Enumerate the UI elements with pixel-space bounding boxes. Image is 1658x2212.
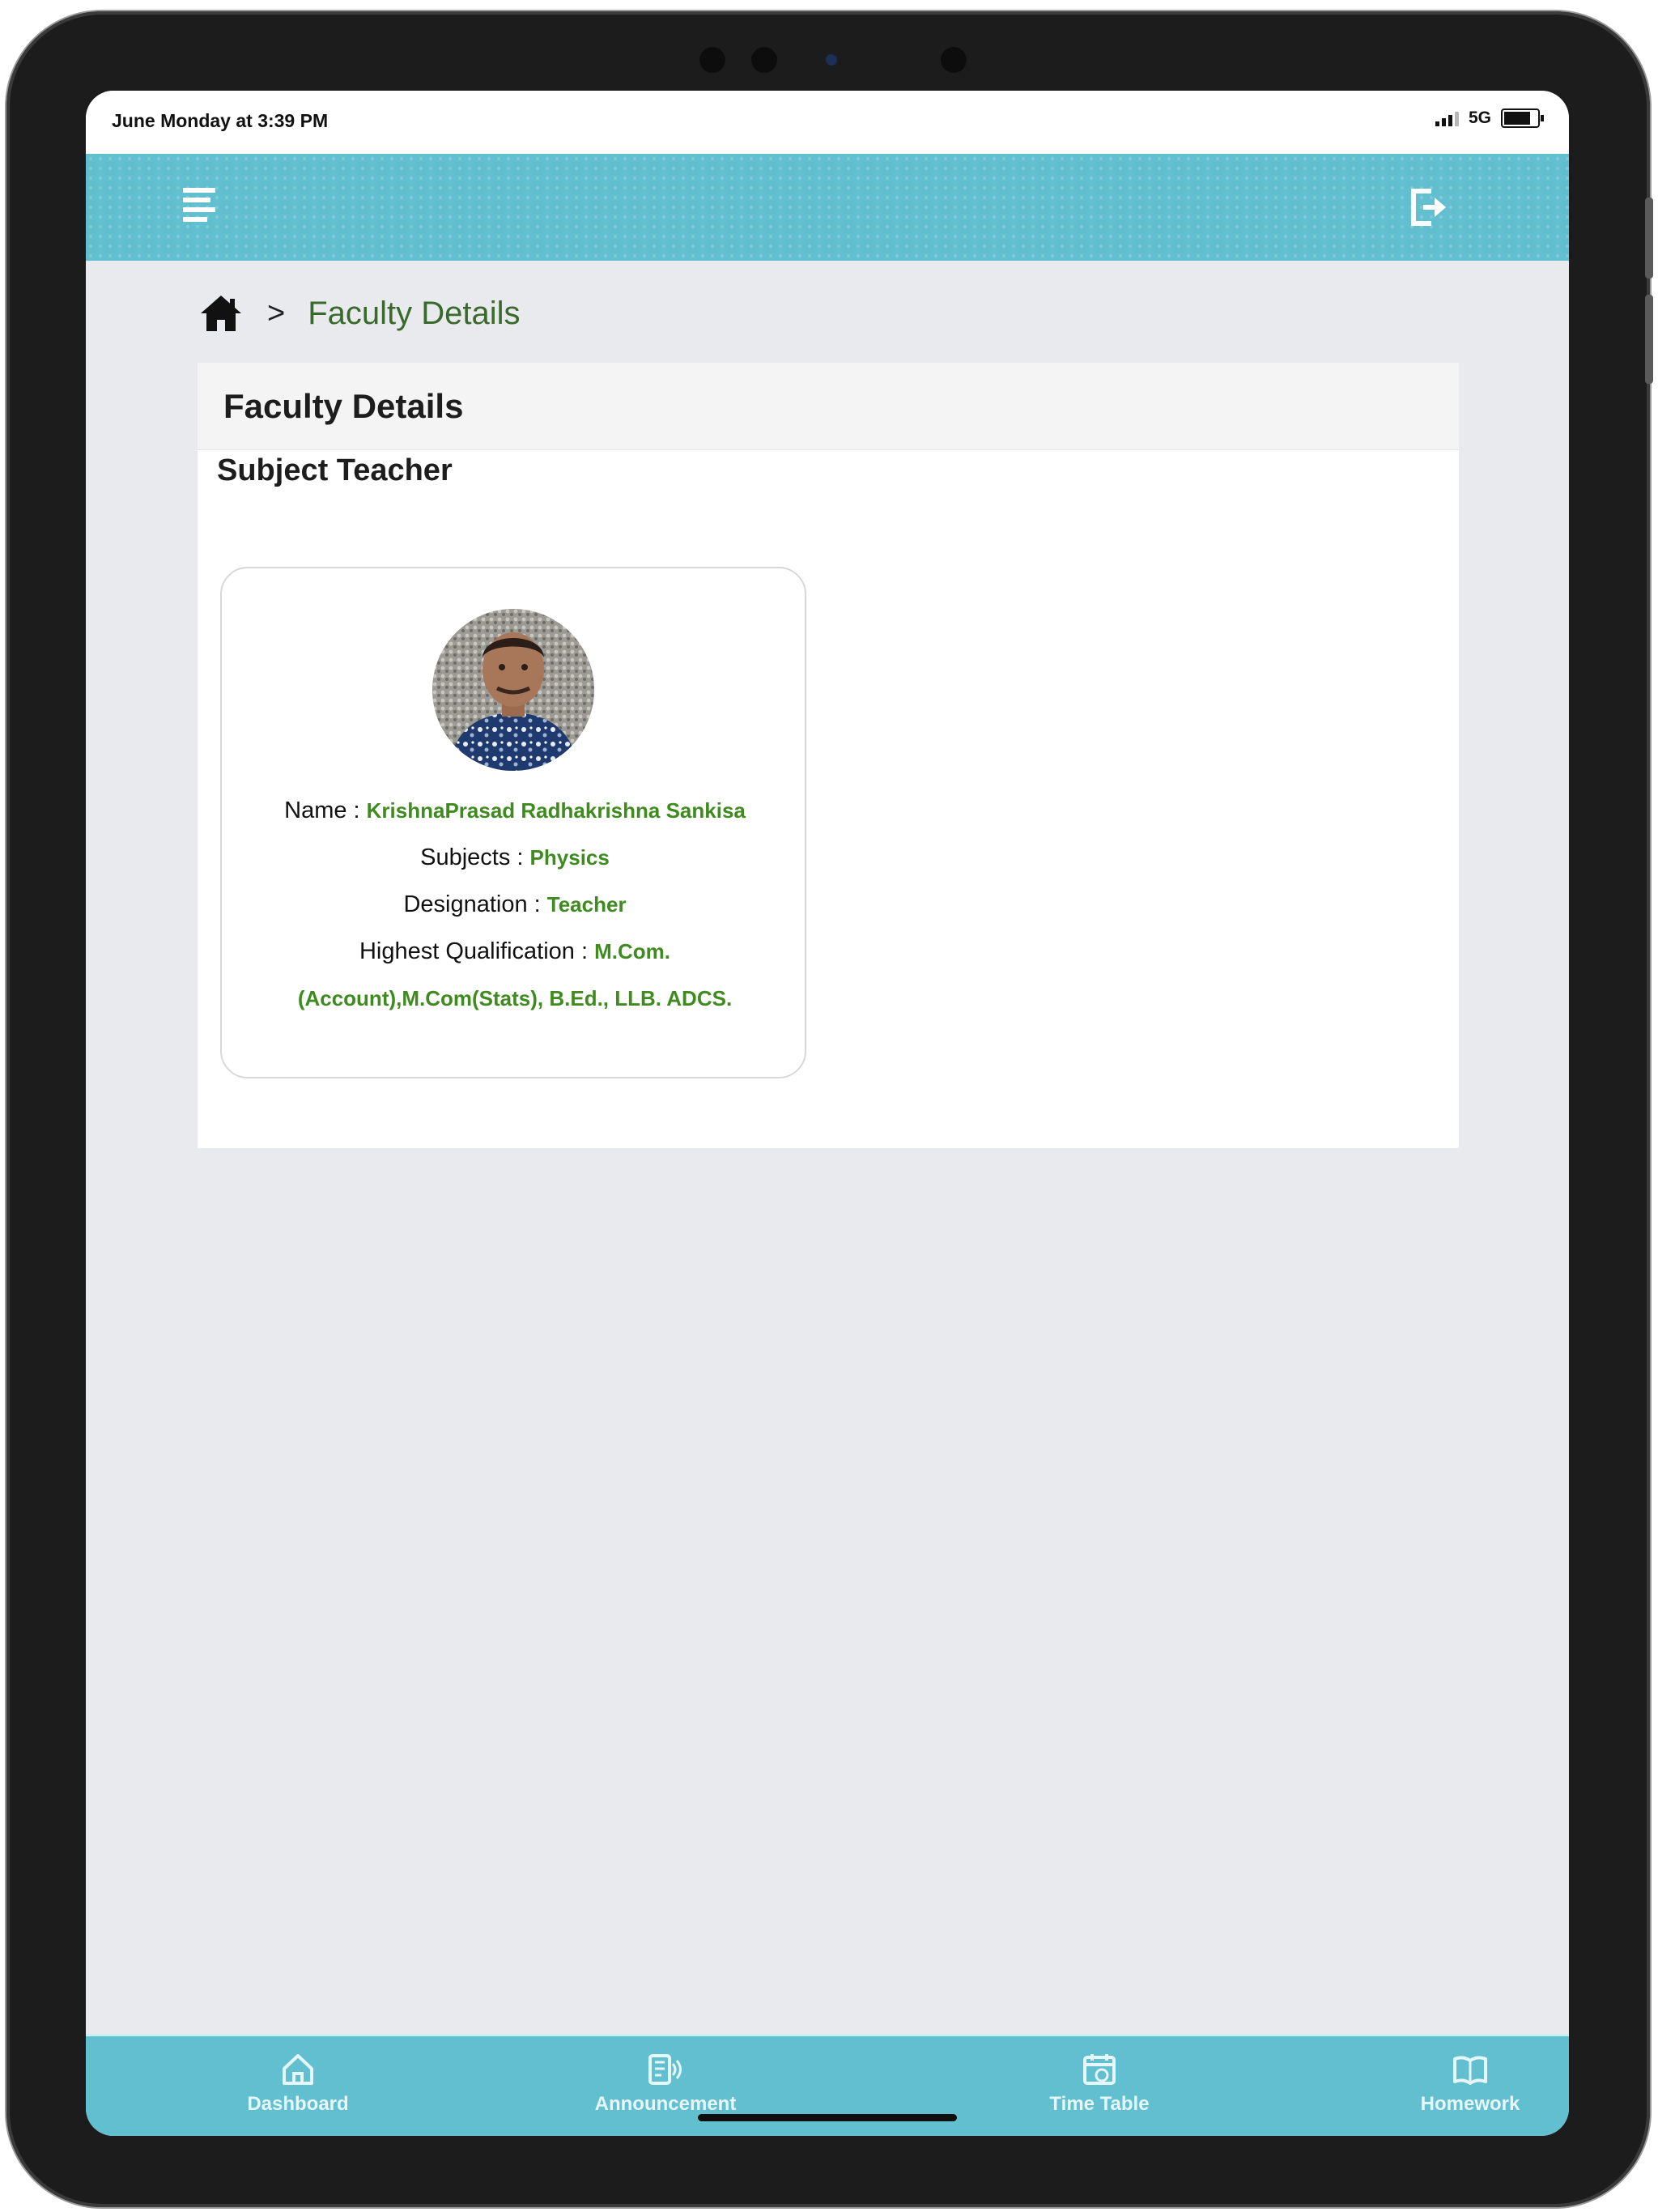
breadcrumb-current: Faculty Details [308, 295, 521, 331]
status-bar: June Monday at 3:39 PM 5G [86, 91, 1569, 154]
faculty-name-row: Name : KrishnaPrasad Radhakrishna Sankis… [222, 787, 808, 834]
nav-announcement-label: Announcement [594, 2093, 737, 2115]
nav-homework-label: Homework [1420, 2093, 1520, 2115]
camera-lens [826, 54, 837, 66]
status-indicators: 5G [1435, 108, 1544, 128]
faculty-designation: Teacher [546, 892, 627, 917]
nav-homework[interactable]: Homework [1365, 2051, 1569, 2116]
faculty-info: Name : KrishnaPrasad Radhakrishna Sankis… [222, 787, 808, 1022]
faculty-qualification-2: (Account),M.Com(Stats), B.Ed., LLB. ADCS… [297, 986, 733, 1010]
page-title: Faculty Details [223, 386, 464, 425]
nav-dashboard-label: Dashboard [247, 2093, 349, 2115]
signal-icon [1435, 110, 1459, 126]
nav-timetable[interactable]: Time Table [994, 2051, 1205, 2116]
camera-dot [699, 47, 725, 73]
dashboard-home-icon [283, 2054, 313, 2085]
teacher-photo [432, 609, 594, 771]
faculty-qualification-1: M.Com. [594, 939, 671, 963]
faculty-card[interactable]: Name : KrishnaPrasad Radhakrishna Sankis… [220, 567, 806, 1078]
nav-dashboard[interactable]: Dashboard [193, 2051, 403, 2116]
faculty-details-panel: Faculty Details Subject Teacher Name: K… [198, 363, 1459, 1148]
camera-bar [687, 42, 994, 78]
network-type: 5G [1468, 108, 1491, 127]
panel-header: Faculty Details [198, 363, 1459, 450]
side-button [1645, 198, 1653, 279]
announcement-icon [648, 2054, 682, 2085]
status-time: June Monday at 3:39 PM [112, 110, 329, 131]
side-button [1645, 295, 1653, 384]
camera-dot [941, 47, 967, 73]
faculty-qualification-row-2: (Account),M.Com(Stats), B.Ed., LLB. ADCS… [222, 975, 808, 1022]
faculty-subjects: Physics [529, 845, 610, 870]
hamburger-menu-icon[interactable] [183, 188, 222, 227]
camera-dot [751, 47, 777, 73]
avatar [432, 609, 594, 771]
faculty-subjects-row: Subjects : Physics [222, 834, 808, 881]
home-icon[interactable] [199, 294, 243, 333]
breadcrumb: > Faculty Details [199, 289, 521, 338]
subjects-label: Subjects : [420, 844, 530, 870]
faculty-designation-row: Designation : Teacher [222, 881, 808, 928]
name-label: Name : [284, 798, 367, 823]
logout-icon[interactable] [1407, 186, 1452, 228]
homework-book-icon [1453, 2056, 1487, 2085]
battery-icon [1501, 108, 1544, 128]
faculty-name: KrishnaPrasad Radhakrishna Sankisa [366, 798, 746, 823]
nav-timetable-label: Time Table [1049, 2093, 1150, 2115]
designation-label: Designation : [403, 891, 547, 917]
app-screen: June Monday at 3:39 PM 5G > Faculty Deta… [86, 91, 1569, 2136]
breadcrumb-separator: > [267, 296, 286, 330]
nav-announcement[interactable]: Announcement [560, 2051, 771, 2116]
faculty-qualification-row: Highest Qualification : M.Com. [222, 928, 808, 975]
app-header [86, 154, 1569, 261]
timetable-calendar-icon [1083, 2054, 1116, 2085]
home-indicator[interactable] [698, 2114, 957, 2121]
section-title: Subject Teacher [217, 453, 453, 487]
qualification-label: Highest Qualification : [359, 938, 595, 964]
